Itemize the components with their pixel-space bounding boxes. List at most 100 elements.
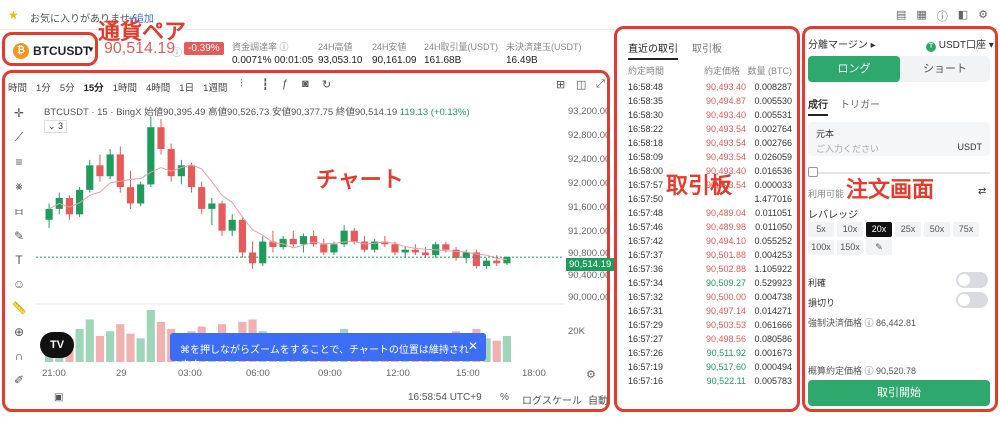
margin-mode-select[interactable]: 分離マージン ▸	[808, 36, 876, 51]
text-icon[interactable]: T	[15, 253, 22, 267]
trade-qty: 0.002766	[754, 138, 792, 148]
timeframe-2[interactable]: 5分	[60, 80, 75, 94]
timeframe-3[interactable]: 15分	[84, 80, 104, 94]
tab-order-book[interactable]: 取引板	[692, 40, 722, 60]
add-panel-icon[interactable]: ⊞	[556, 78, 565, 91]
x-tick: 06:00	[246, 368, 270, 379]
trade-time: 16:57:36	[628, 264, 664, 274]
price-chart[interactable]	[36, 100, 564, 368]
undo-icon[interactable]: ↻	[322, 78, 331, 91]
brush-icon[interactable]: ✎	[14, 229, 24, 243]
fullscreen-icon[interactable]: ⤢	[596, 78, 605, 91]
leverage-option[interactable]: 50x	[924, 222, 950, 237]
trendline-icon[interactable]: ⟋	[15, 130, 23, 145]
leverage-option[interactable]: 10x	[837, 222, 863, 237]
trade-time: 16:57:34	[628, 278, 664, 288]
trade-time: 16:57:16	[628, 376, 664, 386]
candle-body	[350, 230, 358, 242]
short-button[interactable]: ショート	[900, 56, 990, 82]
long-button[interactable]: ロング	[808, 56, 900, 82]
settings-icon[interactable]: ⚙	[586, 368, 596, 381]
indicators-fx-icon[interactable]: ƒ	[282, 78, 288, 90]
tab-recent-trades[interactable]: 直近の取引	[628, 40, 678, 60]
tab-market[interactable]: 成行	[808, 96, 828, 116]
account-select[interactable]: T USDT口座 ▾	[926, 36, 994, 52]
auto-scale-toggle[interactable]: 自動	[588, 392, 608, 407]
stop-loss-toggle[interactable]	[956, 292, 988, 308]
slider-handle[interactable]	[808, 167, 818, 177]
candle-body	[96, 165, 104, 177]
principal-input[interactable]: 元本 ご入力ください USDT	[808, 122, 990, 156]
estimated-price: 概算約定価格 ⓘ 90,520.78	[808, 366, 917, 376]
leverage-option[interactable]: 100x	[808, 240, 834, 255]
trade-price: 90,500.00	[705, 292, 746, 302]
info-icon[interactable]: ⓘ	[172, 44, 182, 59]
zoom-icon[interactable]: ⊕	[14, 325, 24, 339]
volume-bar	[95, 336, 105, 362]
time-display: 16:58:54 UTC+9	[408, 392, 482, 403]
timeframe-4[interactable]: 1時間	[113, 80, 137, 94]
zoom-hint-banner: ⌘を押しながらズームをすることで、チャートの位置は維持されます ✕	[170, 333, 486, 371]
candle-body	[259, 241, 267, 264]
take-profit-toggle[interactable]	[956, 272, 988, 288]
timeframe-6[interactable]: 1日	[179, 80, 194, 94]
trade-time: 16:57:27	[628, 334, 664, 344]
trade-price: 90,501.88	[705, 250, 746, 260]
calculator-icon[interactable]: ▦	[916, 8, 926, 24]
candle-body	[45, 208, 53, 220]
percent-toggle[interactable]: %	[500, 392, 509, 403]
layout-icon[interactable]: ◧	[958, 8, 968, 24]
trade-price: 90,522.11	[706, 376, 746, 386]
timeframe-1[interactable]: 1分	[36, 80, 51, 94]
candle-body	[187, 165, 196, 188]
principal-label: 元本	[816, 129, 835, 139]
y-tick: 90,400.00	[568, 270, 611, 281]
log-scale-toggle[interactable]: ログスケール	[522, 392, 582, 407]
tab-trigger[interactable]: トリガー	[840, 96, 880, 111]
pattern-icon[interactable]: ⨳	[15, 179, 22, 194]
fib-icon[interactable]: ⧦	[15, 204, 22, 219]
transfer-icon[interactable]: ⇄	[978, 186, 986, 197]
annotation-order: 注文画面	[846, 178, 935, 203]
layout-split-icon[interactable]: ◫	[576, 78, 586, 91]
candle-body	[493, 260, 501, 264]
open-trade-button[interactable]: 取引開始	[808, 380, 990, 406]
calendar-icon[interactable]: ▣	[54, 392, 63, 403]
stat-open-interest: 未決済建玉(USDT) 16.49B	[506, 42, 582, 66]
candle-body	[218, 203, 226, 231]
leverage-option[interactable]: 5x	[808, 222, 834, 237]
stop-loss-label: 損切り	[808, 298, 836, 308]
magnet-icon[interactable]: ∩	[15, 349, 24, 363]
leverage-option[interactable]: 20x	[866, 222, 892, 237]
stat-24h-low: 24H安値 90,161.09	[372, 42, 417, 66]
candle-body	[157, 127, 165, 149]
pair-selector[interactable]: ₿ BTCUSDT ▼	[2, 32, 98, 66]
timeframe-0[interactable]: 時間	[8, 80, 27, 94]
close-icon[interactable]: ✕	[468, 339, 478, 353]
candle-body	[167, 149, 175, 177]
indicator-icon[interactable]: ⫶	[240, 78, 243, 91]
star-icon[interactable]: ★	[8, 8, 19, 22]
timeframe-5[interactable]: 4時間	[146, 80, 170, 94]
leverage-option[interactable]: 150x	[837, 240, 863, 255]
candle-body	[299, 236, 308, 245]
camera-icon[interactable]: ◙	[302, 78, 309, 90]
crosshair-icon[interactable]: ✛	[14, 106, 24, 120]
info-icon[interactable]: ⓘ	[937, 8, 948, 24]
edit-leverage-icon[interactable]: ✎	[866, 240, 892, 255]
horizontal-lines-icon[interactable]: ≡	[15, 155, 22, 169]
document-icon[interactable]: ▤	[896, 8, 906, 24]
candle-type-icon[interactable]: ┇	[262, 78, 269, 91]
trade-price: 90,493.40	[705, 82, 746, 92]
leverage-option[interactable]: 25x	[895, 222, 921, 237]
emoji-icon[interactable]: ☺	[13, 277, 25, 291]
candle-body	[391, 244, 399, 253]
timeframe-7[interactable]: 1週間	[203, 80, 227, 94]
leverage-option[interactable]: 75x	[953, 222, 979, 237]
ruler-icon[interactable]: 📏	[12, 301, 27, 315]
gear-icon[interactable]: ⚙	[978, 8, 988, 24]
trade-qty: 1.105922	[754, 264, 792, 274]
volume-bar	[85, 319, 94, 362]
lock-icon[interactable]: ✐	[14, 373, 24, 387]
candle-body	[238, 219, 246, 253]
